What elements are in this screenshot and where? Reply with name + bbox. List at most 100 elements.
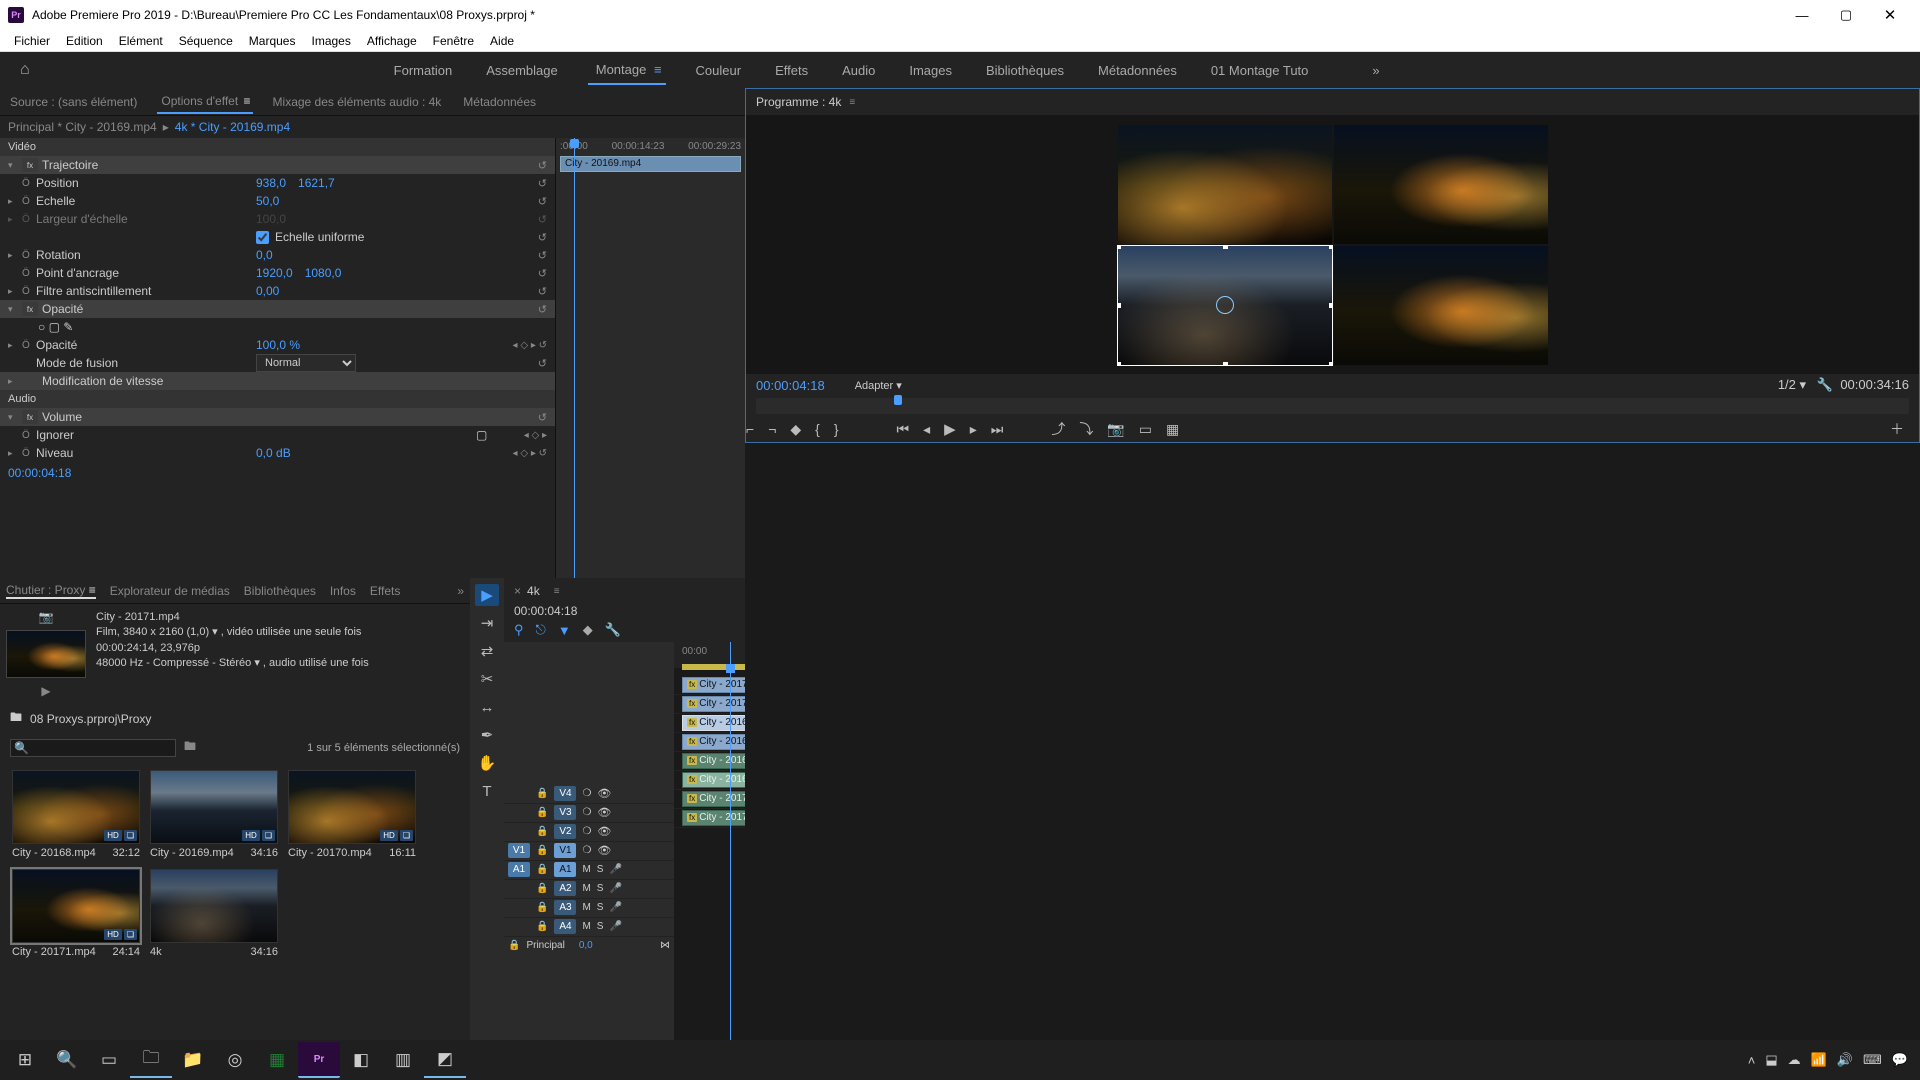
preview-thumb[interactable] bbox=[6, 630, 86, 678]
reset-icon[interactable]: ↺ bbox=[538, 285, 547, 298]
track-target[interactable]: A1 bbox=[554, 862, 576, 877]
project-item[interactable]: HD❏City - 20170.mp416:11 bbox=[288, 770, 416, 859]
new-bin-icon[interactable]: 🖿 bbox=[184, 737, 196, 758]
close-button[interactable]: ✕ bbox=[1868, 1, 1912, 29]
camera-icon[interactable]: 📷 bbox=[39, 610, 54, 624]
reset-icon[interactable]: ↺ bbox=[538, 303, 547, 316]
timeline-clip[interactable]: fxCity - 20170.mp4 [A] bbox=[682, 791, 745, 807]
prop-opacity-val[interactable]: ▸Ö Opacité 100,0 % ◂ ◇ ▸ ↺ bbox=[0, 336, 555, 354]
sync-lock-icon[interactable]: ❍ bbox=[582, 807, 591, 818]
tab-info[interactable]: Infos bbox=[330, 584, 356, 598]
track-row[interactable]: fxCity - 20169.mp4 [A] bbox=[674, 771, 745, 790]
goto-in-icon[interactable]: { bbox=[815, 421, 820, 437]
program-scrubber[interactable] bbox=[756, 398, 1909, 414]
audio-track-header[interactable]: A1🔒A1MS🎤 bbox=[504, 861, 674, 880]
timeline-clip[interactable]: fxCity - 20168.mp4 [A] bbox=[682, 753, 745, 769]
ws-effets[interactable]: Effets bbox=[771, 57, 812, 84]
comparison-icon[interactable]: ▭ bbox=[1139, 421, 1152, 438]
hand-tool[interactable]: ✋ bbox=[475, 752, 499, 774]
track-row[interactable]: fxCity - 20168.mp4 [V] bbox=[674, 733, 745, 752]
ws-overflow-icon[interactable]: » bbox=[1368, 57, 1383, 84]
ws-audio[interactable]: Audio bbox=[838, 57, 879, 84]
search-input[interactable] bbox=[10, 739, 176, 757]
mark-out-icon[interactable]: ¬ bbox=[768, 421, 776, 437]
track-target[interactable]: A4 bbox=[554, 919, 576, 934]
zoom-select[interactable]: Adapter ▾ bbox=[855, 379, 902, 392]
tray-dropbox-icon[interactable]: ⬓ bbox=[1765, 1052, 1777, 1068]
selection-tool[interactable]: ▶ bbox=[475, 584, 499, 606]
menu-clip[interactable]: Elément bbox=[111, 32, 171, 50]
tray-chevron-icon[interactable]: ˄ bbox=[1748, 1053, 1756, 1068]
wrench-icon[interactable]: 🔧 bbox=[605, 622, 621, 638]
solo-icon[interactable]: S bbox=[597, 902, 604, 913]
project-thumb[interactable]: HD❏ bbox=[12, 770, 140, 844]
project-thumb[interactable] bbox=[150, 869, 278, 943]
tab-audio-mixer[interactable]: Mixage des éléments audio : 4k bbox=[271, 91, 444, 113]
menu-sequence[interactable]: Séquence bbox=[171, 32, 241, 50]
track-target[interactable]: V4 bbox=[554, 786, 576, 801]
ws-biblio[interactable]: Bibliothèques bbox=[982, 57, 1068, 84]
voiceover-icon[interactable]: 🎤 bbox=[609, 864, 621, 875]
track-row[interactable]: fxCity - 20169.mp4 [V] bbox=[674, 714, 745, 733]
export-frame-icon[interactable]: 📷 bbox=[1107, 421, 1124, 438]
lock-icon[interactable]: 🔒 bbox=[536, 826, 548, 837]
tray-volume-icon[interactable]: 🔊 bbox=[1837, 1052, 1853, 1068]
ws-montage[interactable]: Montage ≡ bbox=[588, 56, 666, 85]
ec-timecode[interactable]: 00:00:04:18 bbox=[0, 462, 555, 484]
audio-track-header[interactable]: 🔒A4MS🎤 bbox=[504, 918, 674, 937]
razor-tool[interactable]: ✂ bbox=[475, 668, 499, 690]
eye-icon[interactable]: 👁 bbox=[597, 806, 611, 819]
extract-icon[interactable]: ⤵ bbox=[1079, 419, 1093, 439]
track-row[interactable]: fxCity - 20170.mp4 [A] bbox=[674, 790, 745, 809]
uniform-scale-checkbox[interactable] bbox=[256, 231, 269, 244]
solo-icon[interactable]: S bbox=[597, 864, 604, 875]
track-target[interactable]: V3 bbox=[554, 805, 576, 820]
mask-tools[interactable]: ○ ▢ ✎ bbox=[0, 318, 555, 336]
project-thumb[interactable]: HD❏ bbox=[150, 770, 278, 844]
slip-tool[interactable]: ↔ bbox=[475, 696, 499, 718]
ws-custom[interactable]: 01 Montage Tuto bbox=[1207, 57, 1313, 84]
tab-metadata[interactable]: Métadonnées bbox=[461, 91, 538, 113]
video-track-header[interactable]: V1🔒V1❍👁 bbox=[504, 842, 674, 861]
reset-icon[interactable]: ↺ bbox=[538, 267, 547, 280]
tb-media-encoder[interactable]: ◧ bbox=[340, 1042, 382, 1078]
video-track-header[interactable]: 🔒V2❍👁 bbox=[504, 823, 674, 842]
audio-track-header[interactable]: 🔒A3MS🎤 bbox=[504, 899, 674, 918]
tb-calculator[interactable]: ▥ bbox=[382, 1042, 424, 1078]
system-tray[interactable]: ˄ ⬓ ☁ 📶 🔊 ⌨ 💬 bbox=[1748, 1052, 1916, 1068]
sequence-tab[interactable]: 4k bbox=[527, 584, 540, 598]
prop-anchor[interactable]: Ö Point d'ancrage 1920,0 1080,0 ↺ bbox=[0, 264, 555, 282]
settings-icon[interactable]: ◆ bbox=[583, 622, 593, 638]
program-view[interactable] bbox=[746, 115, 1919, 374]
stopwatch-icon[interactable]: Ö bbox=[22, 448, 36, 459]
video-track-header[interactable]: 🔒V3❍👁 bbox=[504, 804, 674, 823]
sync-lock-icon[interactable]: ❍ bbox=[582, 788, 591, 799]
lock-icon[interactable]: 🔒 bbox=[536, 845, 548, 856]
ripple-tool[interactable]: ⇄ bbox=[475, 640, 499, 662]
play-button[interactable]: ▶ bbox=[944, 420, 956, 438]
fx-time-remap[interactable]: ▸ Modification de vitesse bbox=[0, 372, 555, 390]
track-row[interactable]: fxCity - 20171.mp4 [A] bbox=[674, 809, 745, 828]
eye-icon[interactable]: 👁 bbox=[597, 787, 611, 800]
lock-icon[interactable]: 🔒 bbox=[536, 788, 548, 799]
menu-help[interactable]: Aide bbox=[482, 32, 522, 50]
reset-icon[interactable]: ↺ bbox=[538, 357, 547, 370]
track-row[interactable]: fxCity - 20168.mp4 [A] bbox=[674, 752, 745, 771]
mute-icon[interactable]: M bbox=[582, 883, 590, 894]
prop-scale[interactable]: ▸Ö Echelle 50,0 ↺ bbox=[0, 192, 555, 210]
reset-icon[interactable]: ↺ bbox=[538, 249, 547, 262]
ws-assemblage[interactable]: Assemblage bbox=[482, 57, 562, 84]
tab-effects[interactable]: Effets bbox=[370, 584, 400, 598]
tab-bin[interactable]: Chutier : Proxy ≡ bbox=[6, 583, 96, 599]
stopwatch-icon[interactable]: Ö bbox=[22, 178, 36, 189]
reset-icon[interactable]: ↺ bbox=[538, 195, 547, 208]
tab-libraries[interactable]: Bibliothèques bbox=[244, 584, 316, 598]
ec-secondary-clip[interactable]: 4k * City - 20169.mp4 bbox=[175, 120, 290, 134]
track-target[interactable]: V1 bbox=[554, 843, 576, 858]
program-timecode[interactable]: 00:00:04:18 bbox=[756, 378, 825, 393]
lock-icon[interactable]: 🔒 bbox=[536, 921, 548, 932]
track-row[interactable]: fxCity - 20170.mp4 [V] bbox=[674, 695, 745, 714]
reset-icon[interactable]: ↺ bbox=[538, 231, 547, 244]
timeline-clip[interactable]: fxCity - 20171.mp4 [V] bbox=[682, 677, 745, 693]
bin-path[interactable]: 🖿 08 Proxys.prproj\Proxy bbox=[0, 704, 470, 733]
